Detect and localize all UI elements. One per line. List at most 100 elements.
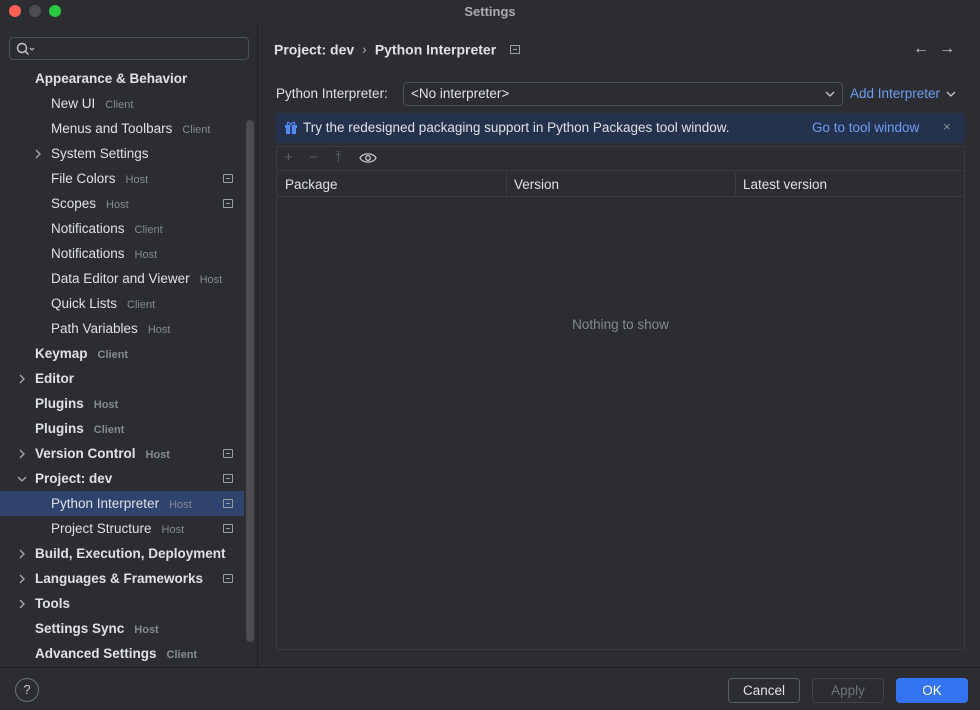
sidebar-item[interactable]: Editor (0, 366, 244, 391)
column-package[interactable]: Package (285, 177, 338, 192)
chevron-right-icon[interactable] (33, 149, 43, 159)
sidebar-item[interactable]: Project Structure Host (0, 516, 244, 541)
empty-state-text: Nothing to show (572, 317, 669, 332)
sidebar-item-text: Scopes (51, 196, 97, 211)
sidebar-item[interactable]: Plugins Client (0, 416, 244, 441)
chevron-right-icon[interactable] (17, 574, 27, 584)
sidebar-item[interactable]: Python Interpreter Host (0, 491, 244, 516)
chevron-down-icon[interactable] (17, 474, 27, 484)
sidebar-item-label: Build, Execution, Deployment (35, 541, 226, 566)
scope-tag: Host (199, 274, 223, 286)
sidebar-item-label: New UI Client (51, 91, 133, 118)
sidebar-item[interactable]: Project: dev (0, 466, 244, 491)
packages-toolbar: + − ⤒ (277, 147, 964, 171)
remove-package-icon[interactable]: − (309, 150, 318, 166)
apply-button[interactable]: Apply (812, 678, 884, 703)
sidebar-item-label: Languages & Frameworks (35, 566, 203, 591)
add-interpreter-link[interactable]: Add Interpreter (850, 86, 956, 101)
sidebar-item-label: Scopes Host (51, 191, 129, 218)
sidebar-item-label: Quick Lists Client (51, 291, 155, 318)
sidebar-item[interactable]: File Colors Host (0, 166, 244, 191)
ok-button[interactable]: OK (896, 678, 968, 703)
settings-main-panel: Project: dev › Python Interpreter ← → Pyth… (259, 24, 980, 667)
column-divider[interactable] (735, 172, 736, 196)
sidebar-item-label: Plugins Host (35, 391, 118, 418)
dialog-footer: ? Cancel Apply OK (0, 667, 980, 710)
chevron-right-icon[interactable] (17, 374, 27, 384)
sidebar-item[interactable]: Path Variables Host (0, 316, 244, 341)
sidebar-item-label: Appearance & Behavior (35, 66, 187, 91)
sidebar-item[interactable]: Menus and Toolbars Client (0, 116, 244, 141)
sidebar-item-text: Notifications (51, 246, 125, 261)
sidebar-item-text: New UI (51, 96, 96, 111)
sidebar-item-label: Editor (35, 366, 74, 391)
banner-close-icon[interactable]: × (943, 119, 951, 134)
sidebar-item-label: Menus and Toolbars Client (51, 116, 210, 143)
sidebar-item[interactable]: Plugins Host (0, 391, 244, 416)
sidebar-item-label: System Settings (51, 141, 149, 166)
project-level-icon (223, 199, 233, 208)
sidebar-item[interactable]: Scopes Host (0, 191, 244, 216)
scope-tag: Host (134, 249, 158, 261)
sidebar-item[interactable]: Data Editor and Viewer Host (0, 266, 244, 291)
chevron-right-icon[interactable] (17, 449, 27, 459)
sidebar-item[interactable]: Keymap Client (0, 341, 244, 366)
back-arrow-icon[interactable]: ← (913, 40, 929, 58)
help-button[interactable]: ? (15, 678, 39, 702)
sidebar-item-label: Notifications Client (51, 216, 163, 243)
scope-tag: Host (134, 624, 159, 636)
sidebar-item[interactable]: Quick Lists Client (0, 291, 244, 316)
sidebar-item[interactable]: Notifications Host (0, 241, 244, 266)
cancel-button[interactable]: Cancel (728, 678, 800, 703)
sidebar-item-label: Path Variables Host (51, 316, 170, 343)
scope-tag: Host (147, 324, 171, 336)
scope-tag: Client (127, 299, 156, 311)
add-package-icon[interactable]: + (284, 150, 293, 166)
sidebar-item[interactable]: Advanced Settings Client (0, 641, 244, 666)
go-to-tool-window-link[interactable]: Go to tool window (812, 120, 919, 135)
sidebar-scrollbar[interactable] (246, 120, 254, 642)
packaging-banner: Try the redesigned packaging support in … (276, 113, 965, 143)
sidebar-item[interactable]: System Settings (0, 141, 244, 166)
sidebar-item[interactable]: Version Control Host (0, 441, 244, 466)
project-level-icon (223, 574, 233, 583)
sidebar-item-label: Version Control Host (35, 441, 170, 468)
sidebar-item[interactable]: Settings Sync Host (0, 616, 244, 641)
sidebar-item-text: File Colors (51, 171, 116, 186)
sidebar-item-text: Path Variables (51, 321, 138, 336)
scope-tag: Host (145, 449, 170, 461)
upgrade-package-icon[interactable]: ⤒ (335, 150, 342, 166)
chevron-right-icon[interactable] (17, 599, 27, 609)
column-latest-version[interactable]: Latest version (743, 177, 827, 192)
gift-icon (285, 121, 297, 134)
project-level-icon (223, 499, 233, 508)
chevron-right-icon[interactable] (17, 549, 27, 559)
sidebar-item-text: Keymap (35, 346, 88, 361)
sidebar-item[interactable]: Languages & Frameworks (0, 566, 244, 591)
sidebar-item-label: Plugins Client (35, 416, 124, 443)
sidebar-item-text: Menus and Toolbars (51, 121, 173, 136)
settings-sidebar: Appearance & Behavior New UI Client Menus a… (0, 24, 258, 667)
window-title: Settings (464, 4, 516, 19)
sidebar-item-text: Tools (35, 596, 70, 611)
scope-tag: Client (134, 224, 163, 236)
sidebar-item[interactable]: New UI Client (0, 91, 244, 116)
eye-icon[interactable] (359, 152, 377, 164)
breadcrumb-parent[interactable]: Project: dev (274, 41, 354, 57)
sidebar-item[interactable]: Appearance & Behavior (0, 66, 244, 91)
search-input[interactable] (9, 37, 249, 60)
column-version[interactable]: Version (514, 177, 559, 192)
sidebar-item[interactable]: Notifications Client (0, 216, 244, 241)
scope-tag: Client (166, 649, 198, 661)
column-divider[interactable] (506, 172, 507, 196)
scope-tag: Host (106, 199, 129, 211)
sidebar-item-text: Advanced Settings (35, 646, 157, 661)
forward-arrow-icon[interactable]: → (939, 40, 955, 58)
sidebar-item[interactable]: Tools (0, 591, 244, 616)
interpreter-select[interactable]: <No interpreter> (403, 82, 843, 106)
breadcrumb-separator: › (362, 41, 367, 58)
sidebar-item-label: Keymap Client (35, 341, 128, 368)
sidebar-item-text: Languages & Frameworks (35, 571, 204, 586)
sidebar-item[interactable]: Build, Execution, Deployment (0, 541, 244, 566)
breadcrumb: Project: dev › Python Interpreter (274, 40, 521, 58)
